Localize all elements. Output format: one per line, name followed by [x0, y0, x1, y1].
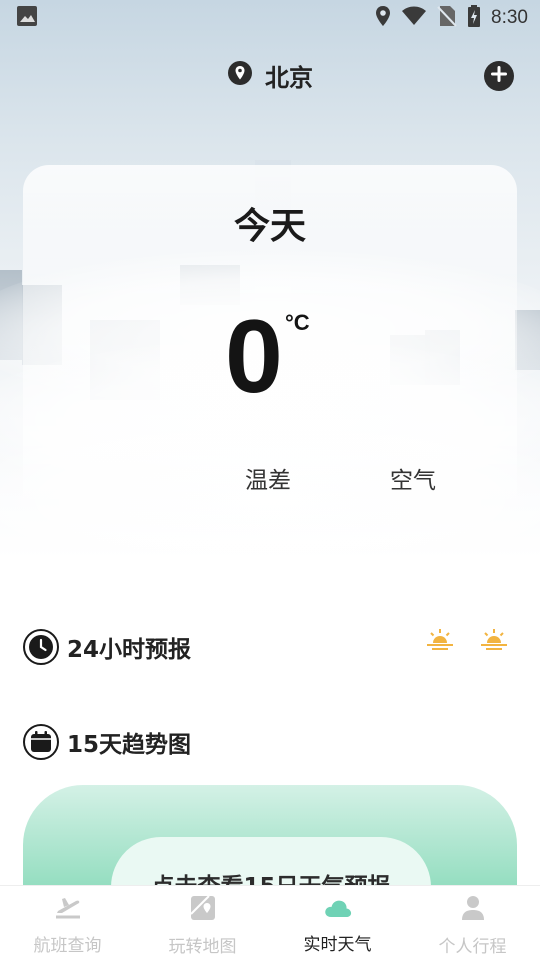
nav-label-weather: 实时天气 — [303, 934, 372, 955]
cloud-icon — [323, 896, 353, 924]
status-bar: 8:30 — [0, 0, 540, 36]
location-icon — [375, 5, 391, 31]
map-icon — [189, 894, 217, 926]
location-pin-icon — [227, 60, 253, 90]
location-selector[interactable]: 北京 — [227, 58, 313, 93]
nav-label-map: 玩转地图 — [168, 936, 237, 957]
day-title: 今天 — [233, 206, 306, 247]
add-city-button[interactable] — [484, 61, 514, 91]
no-sim-icon — [437, 5, 457, 31]
nav-label-flights: 航班查询 — [33, 935, 102, 956]
battery-icon — [467, 5, 481, 31]
nav-item-flights[interactable]: 航班查询 — [0, 886, 135, 960]
weather-card: 今天 0 °C 温差 空气 — [23, 165, 517, 535]
sunrise-icon — [426, 628, 454, 654]
air-quality-label: 空气 — [390, 468, 436, 494]
wifi-icon — [401, 6, 427, 30]
trend-section[interactable]: 15天趋势图 — [23, 723, 191, 761]
sun-icons — [426, 628, 508, 654]
hourly-forecast-section[interactable]: 24小时预报 — [23, 628, 191, 666]
status-time: 8:30 — [491, 7, 528, 28]
nav-item-trips[interactable]: 个人行程 — [405, 886, 540, 960]
plane-icon — [54, 895, 82, 925]
sunset-icon — [480, 628, 508, 654]
nav-item-weather[interactable]: 实时天气 — [270, 886, 405, 960]
calendar-icon — [23, 724, 59, 760]
plus-circle-icon — [490, 65, 508, 87]
clock-icon — [23, 629, 59, 665]
image-icon — [16, 5, 38, 31]
person-icon — [460, 894, 486, 926]
temperature-display: 0 — [225, 305, 283, 409]
nav-item-map[interactable]: 玩转地图 — [135, 886, 270, 960]
trend-title: 15天趋势图 — [67, 732, 192, 758]
nav-label-trips: 个人行程 — [438, 936, 507, 957]
temperature-value: 0 — [225, 299, 283, 415]
city-name: 北京 — [265, 63, 313, 92]
header: 北京 — [0, 50, 540, 100]
bottom-nav: 航班查询 玩转地图 实时天气 个人行程 — [0, 885, 540, 960]
hourly-forecast-title: 24小时预报 — [67, 637, 192, 663]
temperature-difference-label: 温差 — [245, 468, 291, 494]
temperature-unit: °C — [285, 310, 310, 335]
